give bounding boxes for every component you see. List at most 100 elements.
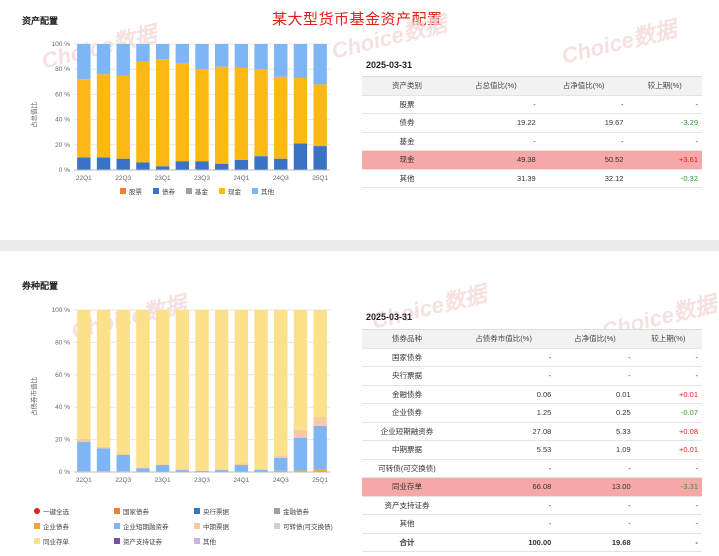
- bar-segment[interactable]: [195, 69, 209, 162]
- bar-segment[interactable]: [274, 76, 288, 159]
- bar-segment[interactable]: [313, 84, 327, 147]
- bar-segment[interactable]: [293, 437, 308, 471]
- bar-segment[interactable]: [214, 469, 229, 471]
- bar-segment[interactable]: [254, 156, 268, 170]
- table-row[interactable]: 其他 - - -: [362, 514, 702, 534]
- legend-item[interactable]: 股票: [120, 186, 142, 196]
- bar-segment[interactable]: [175, 310, 190, 470]
- bar-segment[interactable]: [77, 44, 91, 80]
- bar-segment[interactable]: [254, 69, 268, 157]
- bar-segment[interactable]: [155, 464, 170, 466]
- table-row[interactable]: 企业短期融资券 27.08 5.33 +0.08: [362, 422, 702, 441]
- bar-segment[interactable]: [293, 429, 308, 438]
- table-row[interactable]: 债券 19.22 19.67 -3.29: [362, 113, 702, 133]
- bar-segment[interactable]: [116, 453, 130, 455]
- bar-segment[interactable]: [96, 446, 111, 449]
- bar-segment[interactable]: [214, 44, 229, 67]
- bar-segment[interactable]: [116, 44, 130, 76]
- legend-item[interactable]: 金融债券: [274, 506, 354, 516]
- bar-segment[interactable]: [136, 310, 150, 468]
- bar-segment[interactable]: [116, 75, 130, 159]
- bar-segment[interactable]: [313, 310, 327, 418]
- table-row[interactable]: 金融债券 0.06 0.01 +0.01: [362, 385, 702, 404]
- bar-segment[interactable]: [313, 146, 327, 170]
- bar-segment[interactable]: [77, 157, 91, 170]
- legend-item[interactable]: 国家债券: [114, 506, 194, 516]
- bar-segment[interactable]: [274, 457, 288, 471]
- bar-segment[interactable]: [293, 310, 308, 430]
- bar-segment[interactable]: [195, 44, 209, 70]
- bar-segment[interactable]: [274, 158, 288, 170]
- table-row[interactable]: 央行票据 - - -: [362, 366, 702, 386]
- bar-segment[interactable]: [274, 310, 288, 457]
- bar-segment[interactable]: [155, 465, 170, 472]
- bar-segment[interactable]: [214, 310, 229, 470]
- bar-segment[interactable]: [175, 469, 190, 471]
- legend-item[interactable]: 资产支持证券: [114, 536, 194, 546]
- bar-segment[interactable]: [77, 79, 91, 158]
- bar-segment[interactable]: [313, 426, 327, 470]
- bar-segment[interactable]: [254, 44, 268, 70]
- bar-segment[interactable]: [155, 44, 170, 60]
- bar-segment[interactable]: [116, 158, 130, 170]
- bar-segment[interactable]: [136, 468, 150, 472]
- table-row[interactable]: 现金 49.38 50.52 +3.61: [362, 150, 702, 170]
- bar-segment[interactable]: [274, 44, 288, 77]
- bar-segment[interactable]: [77, 438, 91, 443]
- bar-segment[interactable]: [116, 310, 130, 454]
- bar-segment[interactable]: [175, 44, 190, 63]
- bar-segment[interactable]: [234, 159, 249, 170]
- legend-item[interactable]: 债券: [153, 186, 175, 196]
- table-row[interactable]: 国家债券 - - -: [362, 348, 702, 367]
- bar-segment[interactable]: [96, 448, 111, 472]
- table-row[interactable]: 资产支持证券 - - -: [362, 496, 702, 515]
- bar-segment[interactable]: [293, 44, 308, 79]
- bar-segment[interactable]: [136, 467, 150, 469]
- bar-segment[interactable]: [155, 166, 170, 170]
- bar-segment[interactable]: [136, 162, 150, 170]
- legend-item[interactable]: 基金: [186, 186, 208, 196]
- bar-segment[interactable]: [96, 310, 111, 447]
- bar-segment[interactable]: [293, 78, 308, 144]
- bar-segment[interactable]: [96, 44, 111, 75]
- bar-segment[interactable]: [214, 66, 229, 164]
- bar-segment[interactable]: [175, 161, 190, 170]
- table-row[interactable]: 其他 31.39 32.12 -0.32: [362, 169, 702, 188]
- table-row[interactable]: 同业存单 66.08 13.00 -3.31: [362, 477, 702, 497]
- bar-segment[interactable]: [136, 61, 150, 163]
- legend-item[interactable]: 现金: [219, 186, 241, 196]
- table-row[interactable]: 合计 100.00 19.68-: [362, 533, 702, 552]
- bar-segment[interactable]: [195, 161, 209, 170]
- bar-segment[interactable]: [77, 442, 91, 472]
- table-row[interactable]: 中期票据 5.53 1.09 +0.01: [362, 440, 702, 460]
- legend-item[interactable]: 中期票据: [194, 521, 274, 531]
- bar-segment[interactable]: [155, 310, 170, 465]
- table-row[interactable]: 股票 - - -: [362, 95, 702, 114]
- bar-segment[interactable]: [313, 417, 327, 427]
- bar-segment[interactable]: [274, 456, 288, 458]
- bar-segment[interactable]: [175, 62, 190, 162]
- legend-item[interactable]: 企业债券: [34, 521, 114, 531]
- bar-segment[interactable]: [234, 67, 249, 160]
- legend-item[interactable]: 企业短期融资券: [114, 521, 194, 531]
- bar-segment[interactable]: [293, 143, 308, 170]
- bar-segment[interactable]: [234, 310, 249, 464]
- bar-segment[interactable]: [234, 465, 249, 472]
- bar-segment[interactable]: [214, 470, 229, 472]
- legend-item[interactable]: 其他: [252, 186, 274, 196]
- select-all-button[interactable]: 一键全选: [34, 506, 114, 516]
- bar-segment[interactable]: [234, 463, 249, 466]
- legend-item[interactable]: 其他: [194, 536, 274, 546]
- bar-segment[interactable]: [195, 310, 209, 471]
- bar-segment[interactable]: [214, 163, 229, 170]
- bar-segment[interactable]: [313, 44, 327, 85]
- table-row[interactable]: 企业债券 1.25 0.25 -0.07: [362, 403, 702, 423]
- legend-item[interactable]: 可转债(可交换债): [274, 521, 354, 531]
- table-row[interactable]: 基金 - - -: [362, 132, 702, 151]
- bar-segment[interactable]: [155, 59, 170, 167]
- bar-segment[interactable]: [136, 44, 150, 62]
- bar-segment[interactable]: [254, 469, 268, 470]
- bar-segment[interactable]: [116, 454, 130, 472]
- bar-segment[interactable]: [254, 310, 268, 470]
- legend-item[interactable]: 同业存单: [34, 536, 114, 546]
